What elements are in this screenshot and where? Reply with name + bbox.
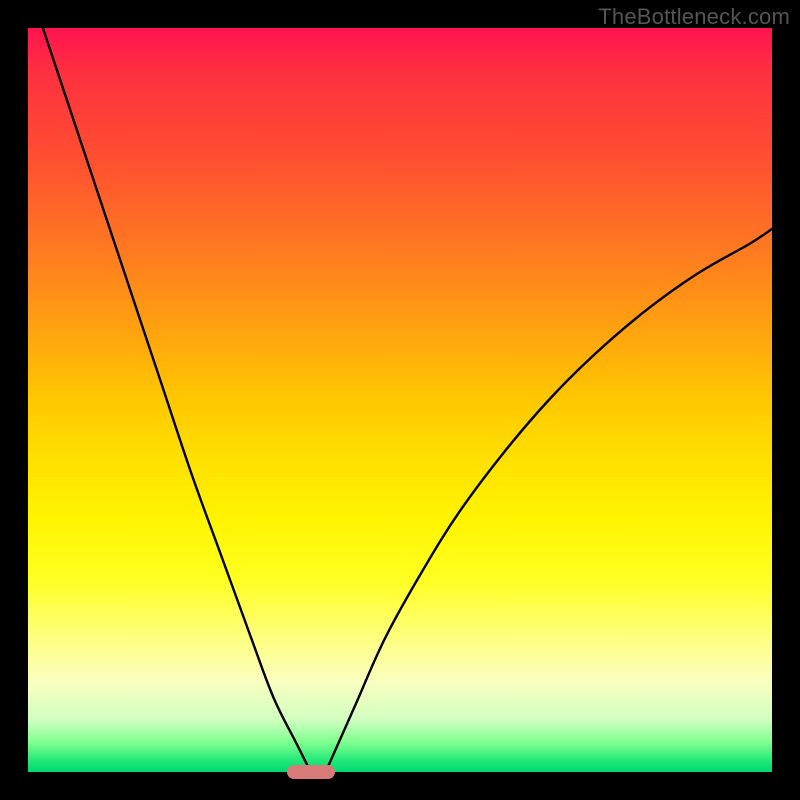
chart-frame: TheBottleneck.com: [0, 0, 800, 800]
plot-area: [28, 28, 772, 772]
bottleneck-curve: [28, 28, 772, 772]
curve-right-branch: [326, 229, 772, 772]
minimum-marker: [287, 765, 335, 779]
curve-left-branch: [43, 28, 311, 772]
watermark-text: TheBottleneck.com: [598, 4, 790, 30]
